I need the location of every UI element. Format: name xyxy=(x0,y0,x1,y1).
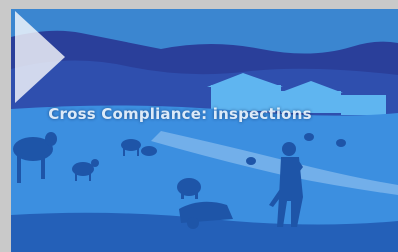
video-title: Cross Compliance: inspections xyxy=(48,105,312,123)
video-frame: Cross Compliance: inspections xyxy=(0,0,398,252)
play-icon[interactable] xyxy=(11,9,67,105)
video-thumbnail[interactable]: Cross Compliance: inspections xyxy=(11,9,398,252)
farm-landscape-illustration xyxy=(11,9,398,252)
